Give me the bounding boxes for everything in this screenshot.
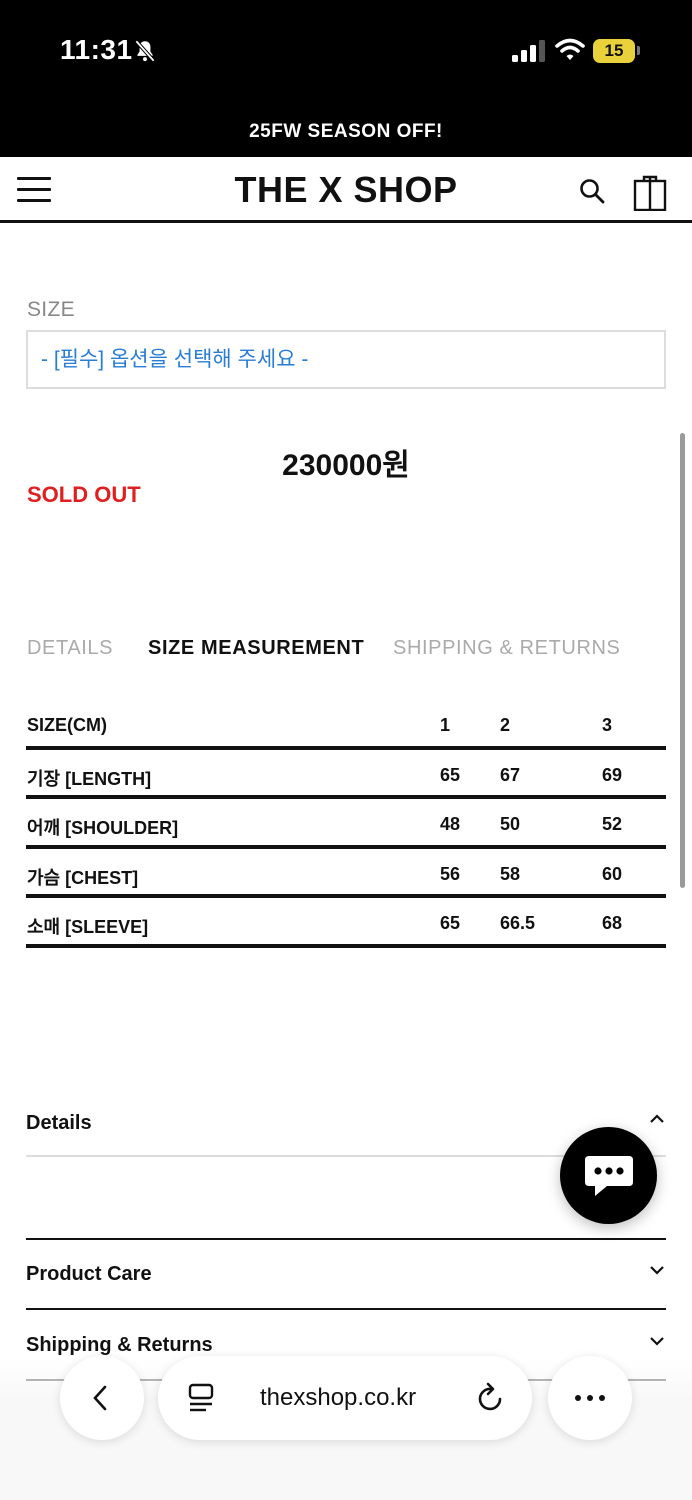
size-select-dropdown[interactable]: - [필수] 옵션을 선택해 주세요 - <box>26 330 666 389</box>
accordion-product-care[interactable]: Product Care <box>26 1263 666 1286</box>
divider <box>26 1308 666 1310</box>
table-cell: 68 <box>602 913 623 933</box>
tab-details[interactable]: DETAILS <box>27 637 113 660</box>
back-button[interactable] <box>60 1356 144 1440</box>
table-header-row: SIZE(CM) 1 2 3 <box>26 700 666 750</box>
battery-indicator: 15 <box>593 39 635 63</box>
table-header-cell: SIZE(CM) <box>27 715 107 735</box>
status-time: 11:31 <box>60 34 133 65</box>
sold-out-badge: SOLD OUT <box>27 482 141 507</box>
shopping-bag-icon[interactable] <box>633 173 667 211</box>
table-row: 가슴 [CHEST] 56 58 60 <box>26 849 666 898</box>
accordion-label: Product Care <box>26 1263 152 1285</box>
accordion-label: Shipping & Returns <box>26 1334 213 1356</box>
wifi-icon <box>555 38 585 60</box>
divider <box>26 1238 666 1240</box>
table-cell: 56 <box>440 863 461 884</box>
table-cell: 가슴 [CHEST] <box>27 867 139 888</box>
page-scrollbar[interactable] <box>680 433 685 888</box>
size-label: SIZE <box>27 298 75 321</box>
tab-size-measurement[interactable]: SIZE MEASUREMENT <box>148 637 364 660</box>
bell-muted-icon <box>134 39 156 63</box>
table-header-cell: 3 <box>602 715 613 735</box>
chevron-up-icon[interactable] <box>648 1110 666 1128</box>
site-header: THE X SHOP <box>0 157 692 223</box>
size-measurement-table: SIZE(CM) 1 2 3 기장 [LENGTH] 65 67 69 어깨 [… <box>26 700 666 948</box>
more-options-button[interactable] <box>548 1356 632 1440</box>
reader-mode-icon[interactable] <box>186 1382 216 1414</box>
table-cell: 48 <box>440 814 461 834</box>
chat-bubble-icon <box>585 1156 633 1196</box>
accordion-details[interactable]: Details <box>26 1112 666 1135</box>
url-text[interactable]: thexshop.co.kr <box>260 1384 416 1412</box>
table-cell: 69 <box>602 764 623 785</box>
accordion-label: Details <box>26 1112 92 1134</box>
table-row: 기장 [LENGTH] 65 67 69 <box>26 750 666 799</box>
chevron-down-icon[interactable] <box>648 1261 666 1279</box>
table-cell: 어깨 [SHOULDER] <box>27 818 179 838</box>
table-cell: 66.5 <box>500 913 536 933</box>
table-cell: 52 <box>602 814 623 834</box>
search-icon[interactable] <box>578 177 606 205</box>
chat-button[interactable] <box>560 1127 657 1224</box>
promo-banner[interactable]: 25FW SEASON OFF! <box>0 110 692 157</box>
table-cell: 67 <box>500 764 521 785</box>
table-cell: 65 <box>440 913 461 933</box>
table-cell: 58 <box>500 863 521 884</box>
accordion-shipping-returns[interactable]: Shipping & Returns <box>26 1334 666 1357</box>
table-cell: 소매 [SLEEVE] <box>27 917 149 937</box>
table-row: 어깨 [SHOULDER] 48 50 52 <box>26 799 666 849</box>
table-cell: 기장 [LENGTH] <box>27 768 152 789</box>
reload-icon[interactable] <box>476 1382 506 1414</box>
table-row: 소매 [SLEEVE] 65 66.5 68 <box>26 898 666 948</box>
chevron-down-icon[interactable] <box>648 1332 666 1350</box>
table-header-cell: 2 <box>500 715 511 735</box>
tab-shipping-returns[interactable]: SHIPPING & RETURNS <box>393 637 621 660</box>
more-dots-icon <box>575 1395 605 1401</box>
status-bar: 11:31 15 <box>0 0 692 110</box>
table-cell: 60 <box>602 863 623 884</box>
battery-cap <box>637 46 640 55</box>
table-header-cell: 1 <box>440 715 451 735</box>
cellular-signal-icon <box>512 40 545 62</box>
product-price: 230000원 <box>282 449 410 482</box>
table-cell: 50 <box>500 814 521 834</box>
table-cell: 65 <box>440 764 461 785</box>
chevron-left-icon <box>93 1385 107 1411</box>
